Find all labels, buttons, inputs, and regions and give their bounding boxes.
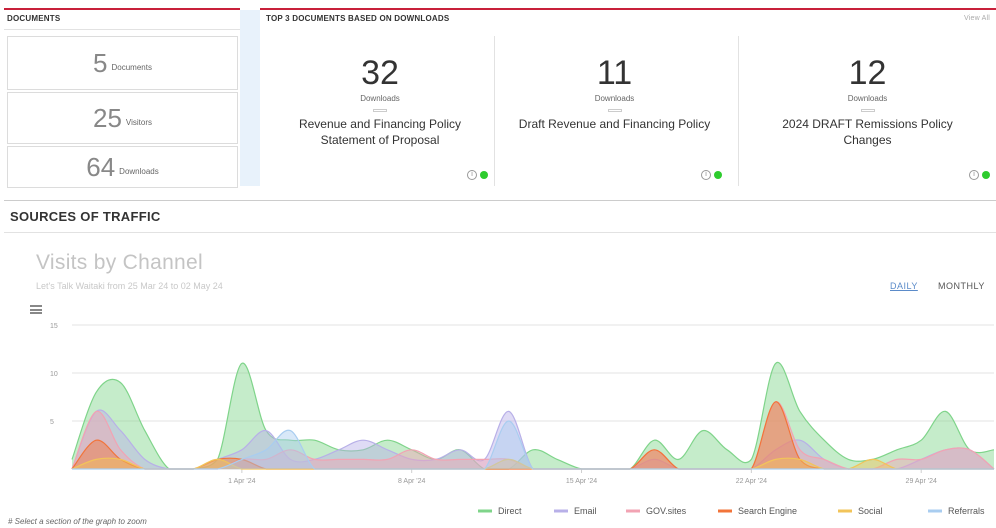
doc-title[interactable]: Revenue and Financing Policy Statement o… — [280, 116, 480, 148]
y-tick-label: 10 — [50, 371, 58, 378]
documents-panel: DOCUMENTS 5 Documents 25 Visitors 64 Dow… — [4, 8, 240, 188]
x-tick-label: 15 Apr '24 — [566, 478, 597, 485]
top3-heading-text: TOP 3 DOCUMENTS BASED ON DOWNLOADS — [266, 14, 450, 23]
x-tick-label: 8 Apr '24 — [398, 478, 426, 485]
legend-label[interactable]: Social — [858, 506, 883, 516]
stat-value: 64 — [86, 151, 116, 182]
doc-actions: i — [969, 170, 990, 180]
stat-value: 25 — [92, 102, 122, 133]
x-tick-label: 1 Apr '24 — [228, 478, 256, 485]
top3-panel: TOP 3 DOCUMENTS BASED ON DOWNLOADS View … — [260, 8, 996, 186]
sources-of-traffic-panel: SOURCES OF TRAFFIC Visits by Channel Let… — [4, 200, 996, 528]
doc-downloads-count: 32 — [361, 54, 399, 92]
stat-visitors[interactable]: 25 Visitors — [7, 92, 238, 144]
doc-downloads-label: Downloads — [594, 94, 635, 103]
visits-by-channel-chart[interactable]: 5 10 15 1 Apr '24 8 Apr '24 15 Apr '24 22 Apr … — [4, 201, 996, 528]
stat-downloads[interactable]: 64 Downloads — [7, 146, 238, 188]
series-area-direct — [72, 362, 994, 469]
top3-heading: TOP 3 DOCUMENTS BASED ON DOWNLOADS View … — [260, 10, 996, 30]
top-doc-card[interactable]: 32 Downloads Revenue and Financing Polic… — [260, 36, 500, 186]
status-dot-icon — [480, 171, 488, 179]
stat-label: Documents — [111, 62, 152, 72]
info-icon[interactable]: i — [467, 170, 477, 180]
legend-label[interactable]: GOV.sites — [646, 506, 687, 516]
divider — [607, 109, 622, 112]
legend-label[interactable]: Search Engine — [738, 506, 797, 516]
view-all-link[interactable]: View All — [964, 15, 990, 22]
divider — [860, 109, 875, 112]
status-dot-icon — [982, 171, 990, 179]
doc-actions: i — [701, 170, 722, 180]
x-tick-label: 29 Apr '24 — [906, 478, 937, 485]
zoom-hint: # Select a section of the graph to zoom — [8, 517, 147, 526]
top-doc-card[interactable]: 12 Downloads 2024 DRAFT Remissions Polic… — [738, 36, 996, 186]
documents-heading: DOCUMENTS — [4, 10, 240, 30]
panel-divider — [240, 10, 260, 186]
doc-downloads-label: Downloads — [360, 94, 400, 103]
doc-downloads-label: Downloads — [847, 94, 888, 103]
stat-documents[interactable]: 5 Documents — [7, 36, 238, 90]
doc-title[interactable]: 2024 DRAFT Remissions Policy Changes — [768, 116, 968, 148]
top-doc-card[interactable]: 11 Downloads Draft Revenue and Financing… — [494, 36, 734, 186]
doc-downloads-count: 12 — [848, 54, 887, 92]
stat-label: Downloads — [119, 166, 159, 176]
info-icon[interactable]: i — [969, 170, 979, 180]
stat-value: 5 — [93, 47, 108, 78]
legend-label[interactable]: Email — [574, 506, 597, 516]
doc-actions: i — [467, 170, 488, 180]
doc-downloads-count: 11 — [596, 54, 633, 92]
doc-title[interactable]: Draft Revenue and Financing Policy — [515, 116, 715, 132]
legend-label[interactable]: Direct — [498, 506, 522, 516]
y-tick-label: 5 — [50, 419, 54, 426]
legend-label[interactable]: Referrals — [948, 506, 985, 516]
info-icon[interactable]: i — [701, 170, 711, 180]
status-dot-icon — [714, 171, 722, 179]
y-tick-label: 15 — [50, 323, 58, 330]
x-tick-label: 22 Apr '24 — [736, 478, 767, 485]
stat-label: Visitors — [125, 117, 152, 127]
divider — [373, 109, 387, 112]
